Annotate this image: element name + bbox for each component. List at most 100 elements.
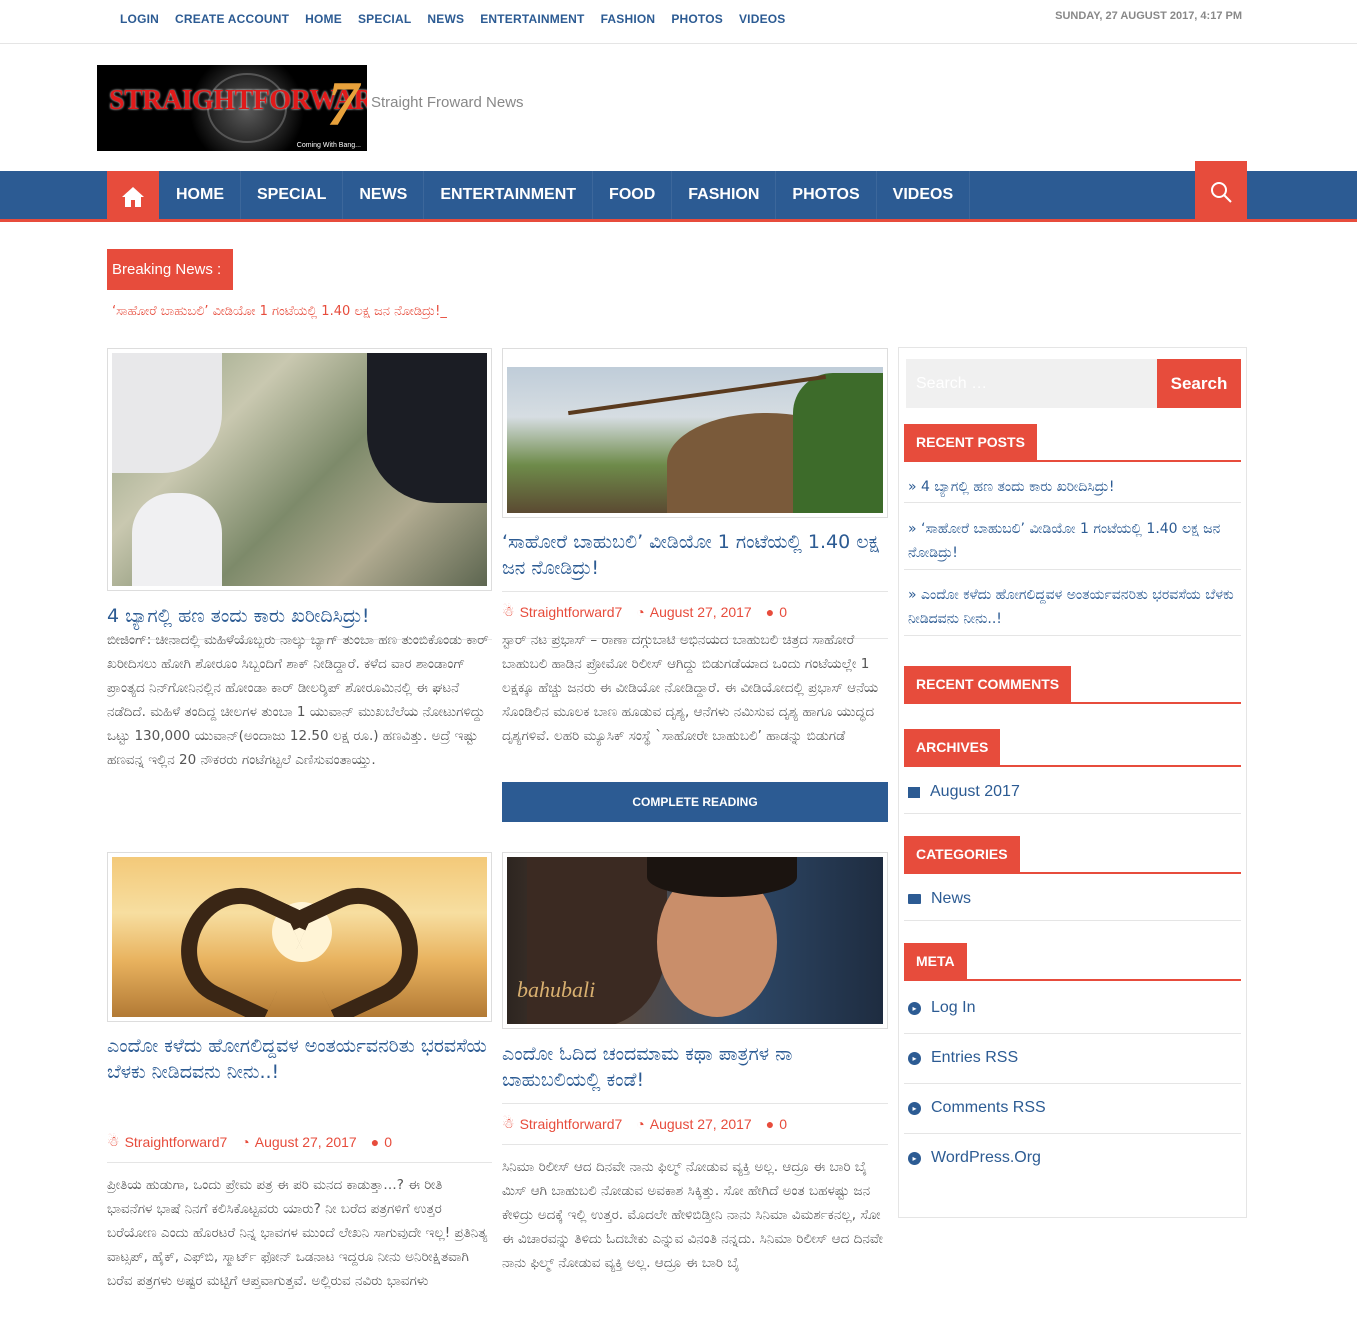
post-3-image[interactable] bbox=[107, 852, 492, 1022]
recent-post-2-link[interactable]: ‘ಸಾಹೋರೆ ಬಾಹುಬಲಿ’ ವೀಡಿಯೋ 1 ಗಂಟೆಯಲ್ಲಿ 1.40… bbox=[908, 521, 1220, 561]
meta-heading: META bbox=[904, 943, 967, 979]
meta-log-in-link[interactable]: Log In bbox=[931, 999, 975, 1017]
meta-item-log-in[interactable]: ▸ Log In bbox=[908, 999, 975, 1017]
post-2-comments[interactable]: ● 0 bbox=[766, 604, 787, 620]
meta-separator-1 bbox=[904, 1033, 1241, 1034]
top-link-login[interactable]: LOGIN bbox=[120, 12, 159, 26]
recent-posts-widget-title: RECENT POSTS bbox=[904, 424, 1241, 462]
categories-heading: CATEGORIES bbox=[904, 836, 1020, 872]
recent-comments-widget-title: RECENT COMMENTS bbox=[904, 666, 1241, 704]
top-bar: LOGIN CREATE ACCOUNT HOME SPECIAL NEWS E… bbox=[0, 0, 1357, 44]
post-2-image[interactable] bbox=[502, 348, 888, 518]
post-4-author[interactable]: ☃ Straightforward7 bbox=[502, 1115, 622, 1132]
folder-icon bbox=[908, 894, 921, 904]
top-link-create-account[interactable]: CREATE ACCOUNT bbox=[175, 12, 289, 26]
nav-item-news[interactable]: NEWS bbox=[343, 171, 425, 219]
top-links: LOGIN CREATE ACCOUNT HOME SPECIAL NEWS E… bbox=[120, 12, 802, 26]
recent-posts-heading: RECENT POSTS bbox=[904, 424, 1037, 460]
search-icon bbox=[1211, 181, 1232, 203]
chevron-right-icon: ▸ bbox=[908, 1051, 921, 1065]
post-3-author[interactable]: ☃ Straightforward7 bbox=[107, 1133, 227, 1150]
comment-icon: ● bbox=[370, 1133, 380, 1150]
post-4-title[interactable]: ಎಂದೋ ಓದಿದ ಚಂದಮಾಮ ಕಥಾ ಪಾತ್ರಗಳ ನಾ ಬಾಹುಬಲಿಯ… bbox=[502, 1041, 888, 1093]
chevron-right-icon: ▸ bbox=[908, 1001, 921, 1015]
site-logo[interactable]: STRAIGHTFORWARD 7 Coming With Bang... bbox=[97, 65, 367, 151]
archive-link[interactable]: August 2017 bbox=[930, 783, 1020, 801]
post-3-date[interactable]: ◔ August 27, 2017 bbox=[241, 1134, 356, 1150]
recent-post-separator-3 bbox=[904, 635, 1241, 636]
post-3-author-name: Straightforward7 bbox=[124, 1133, 228, 1150]
post-2-date[interactable]: ◔ August 27, 2017 bbox=[636, 604, 751, 620]
current-date: SUNDAY, 27 AUGUST 2017, 4:17 PM bbox=[1055, 10, 1242, 22]
post-4-date[interactable]: ◔ August 27, 2017 bbox=[636, 1116, 751, 1132]
archives-heading: ARCHIVES bbox=[904, 729, 1001, 765]
post-4-comments[interactable]: ● 0 bbox=[766, 1116, 787, 1132]
post-4-image[interactable]: bahubali bbox=[502, 852, 888, 1029]
nav-item-home[interactable]: HOME bbox=[160, 171, 241, 219]
chevron-right-icon: ▸ bbox=[908, 1101, 921, 1115]
nav-home-button[interactable] bbox=[107, 171, 159, 222]
meta-item-entries-rss[interactable]: ▸ Entries RSS bbox=[908, 1049, 1018, 1067]
post-2-author[interactable]: ☃ Straightforward7 bbox=[502, 603, 622, 620]
post-3-comment-count: 0 bbox=[384, 1133, 392, 1150]
category-link[interactable]: News bbox=[931, 890, 971, 908]
breaking-news-ticker[interactable]: ‘ಸಾಹೋರೆ ಬಾಹುಬಲಿ’ ವೀಡಿಯೋ 1 ಗಂಟೆಯಲ್ಲಿ 1.40… bbox=[112, 304, 447, 319]
post-2-comment-count: 0 bbox=[779, 603, 787, 620]
nav-item-videos[interactable]: VIDEOS bbox=[877, 171, 971, 219]
clock-icon: ◔ bbox=[241, 1133, 250, 1150]
top-link-news[interactable]: NEWS bbox=[427, 12, 464, 26]
post-1-title[interactable]: 4 ಬ್ಯಾಗಲ್ಲಿ ಹಣ ತಂದು ಕಾರು ಖರೀದಿಸಿದ್ರು! bbox=[107, 603, 492, 629]
home-icon bbox=[122, 186, 144, 207]
categories-widget-title: CATEGORIES bbox=[904, 836, 1241, 874]
archive-separator bbox=[904, 813, 1241, 814]
user-icon: ☃ bbox=[107, 1133, 120, 1149]
nav-item-fashion[interactable]: FASHION bbox=[672, 171, 777, 219]
post-2-title[interactable]: ‘ಸಾಹೋರೆ ಬಾಹುಬಲಿ’ ವೀಡಿಯೋ 1 ಗಂಟೆಯಲ್ಲಿ 1.40… bbox=[502, 529, 888, 581]
main-navigation: HOME SPECIAL NEWS ENTERTAINMENT FOOD FAS… bbox=[0, 161, 1357, 222]
recent-post-separator-2 bbox=[904, 569, 1241, 570]
nav-item-special[interactable]: SPECIAL bbox=[241, 171, 344, 219]
sidebar-search-input[interactable]: Search … bbox=[906, 359, 1157, 408]
meta-comments-rss-link[interactable]: Comments RSS bbox=[931, 1099, 1046, 1117]
archive-item[interactable]: August 2017 bbox=[908, 783, 1020, 801]
nav-item-entertainment[interactable]: ENTERTAINMENT bbox=[424, 171, 594, 219]
post-1-image[interactable] bbox=[107, 348, 492, 591]
recent-post-3-link[interactable]: ಎಂದೋ ಕಳೆದು ಹೋಗಲಿದ್ದವಳ ಅಂತರ್ಯವನರಿತು ಭರವಸೆ… bbox=[908, 587, 1234, 627]
top-link-entertainment[interactable]: ENTERTAINMENT bbox=[480, 12, 584, 26]
category-separator bbox=[904, 920, 1241, 921]
category-item[interactable]: News bbox=[908, 890, 971, 908]
meta-wordpress-org-link[interactable]: WordPress.Org bbox=[931, 1149, 1041, 1167]
comment-icon: ● bbox=[765, 603, 775, 620]
nav-search-button[interactable] bbox=[1195, 161, 1247, 222]
meta-item-comments-rss[interactable]: ▸ Comments RSS bbox=[908, 1099, 1046, 1117]
chevron-right-icon: ▸ bbox=[908, 1151, 921, 1165]
nav-item-food[interactable]: FOOD bbox=[593, 171, 673, 219]
sidebar-search-button[interactable]: Search bbox=[1157, 359, 1241, 408]
post-4-excerpt: ಸಿನಿಮಾ ರಿಲೀಸ್ ಆದ ದಿನವೇ ನಾನು ಫಿಲ್ಮ್ ನೋಡುವ… bbox=[502, 1159, 883, 1271]
top-link-special[interactable]: SPECIAL bbox=[358, 12, 411, 26]
top-link-photos[interactable]: PHOTOS bbox=[671, 12, 723, 26]
meta-widget-title: META bbox=[904, 943, 1241, 981]
clock-icon: ◔ bbox=[636, 603, 645, 620]
logo-tagline: Coming With Bang... bbox=[296, 142, 361, 149]
recent-post-item-3[interactable]: » ಎಂದೋ ಕಳೆದು ಹೋಗಲಿದ್ದವಳ ಅಂತರ್ಯವನರಿತು ಭರವ… bbox=[908, 583, 1243, 631]
post-2-meta: ☃ Straightforward7 ◔ August 27, 2017 ● 0 bbox=[502, 603, 787, 620]
post-4-meta: ☃ Straightforward7 ◔ August 27, 2017 ● 0 bbox=[502, 1115, 787, 1132]
recent-post-1-link[interactable]: 4 ಬ್ಯಾಗಲ್ಲಿ ಹಣ ತಂದು ಕಾರು ಖರೀದಿಸಿದ್ರು! bbox=[921, 479, 1114, 495]
recent-post-item-2[interactable]: » ‘ಸಾಹೋರೆ ಬಾಹುಬಲಿ’ ವೀಡಿಯೋ 1 ಗಂಟೆಯಲ್ಲಿ 1.… bbox=[908, 517, 1243, 565]
top-link-fashion[interactable]: FASHION bbox=[601, 12, 656, 26]
post-3-excerpt: ಪ್ರೀತಿಯ ಹುಡುಗಾ, ಒಂದು ಪ್ರೇಮ ಪತ್ರ ಈ ಪರಿ ಮನ… bbox=[107, 1177, 488, 1289]
post-3-meta: ☃ Straightforward7 ◔ August 27, 2017 ● 0 bbox=[107, 1133, 392, 1150]
complete-reading-button[interactable]: COMPLETE READING bbox=[502, 782, 888, 822]
post-2-author-name: Straightforward7 bbox=[519, 603, 623, 620]
recent-post-item-1[interactable]: » 4 ಬ್ಯಾಗಲ್ಲಿ ಹಣ ತಂದು ಕಾರು ಖರೀದಿಸಿದ್ರು! bbox=[908, 475, 1243, 499]
meta-item-wordpress-org[interactable]: ▸ WordPress.Org bbox=[908, 1149, 1041, 1167]
nav-item-photos[interactable]: PHOTOS bbox=[776, 171, 877, 219]
meta-entries-rss-link[interactable]: Entries RSS bbox=[931, 1049, 1018, 1067]
top-link-videos[interactable]: VIDEOS bbox=[739, 12, 786, 26]
site-tagline: Straight Froward News bbox=[371, 94, 524, 111]
top-link-home[interactable]: HOME bbox=[305, 12, 342, 26]
post-3-comments[interactable]: ● 0 bbox=[371, 1134, 392, 1150]
post-3-title[interactable]: ಎಂದೋ ಕಳೆದು ಹೋಗಲಿದ್ದವಳ ಅಂತರ್ಯವನರಿತು ಭರವಸೆ… bbox=[107, 1033, 492, 1085]
post-2-divider-top bbox=[502, 591, 888, 592]
